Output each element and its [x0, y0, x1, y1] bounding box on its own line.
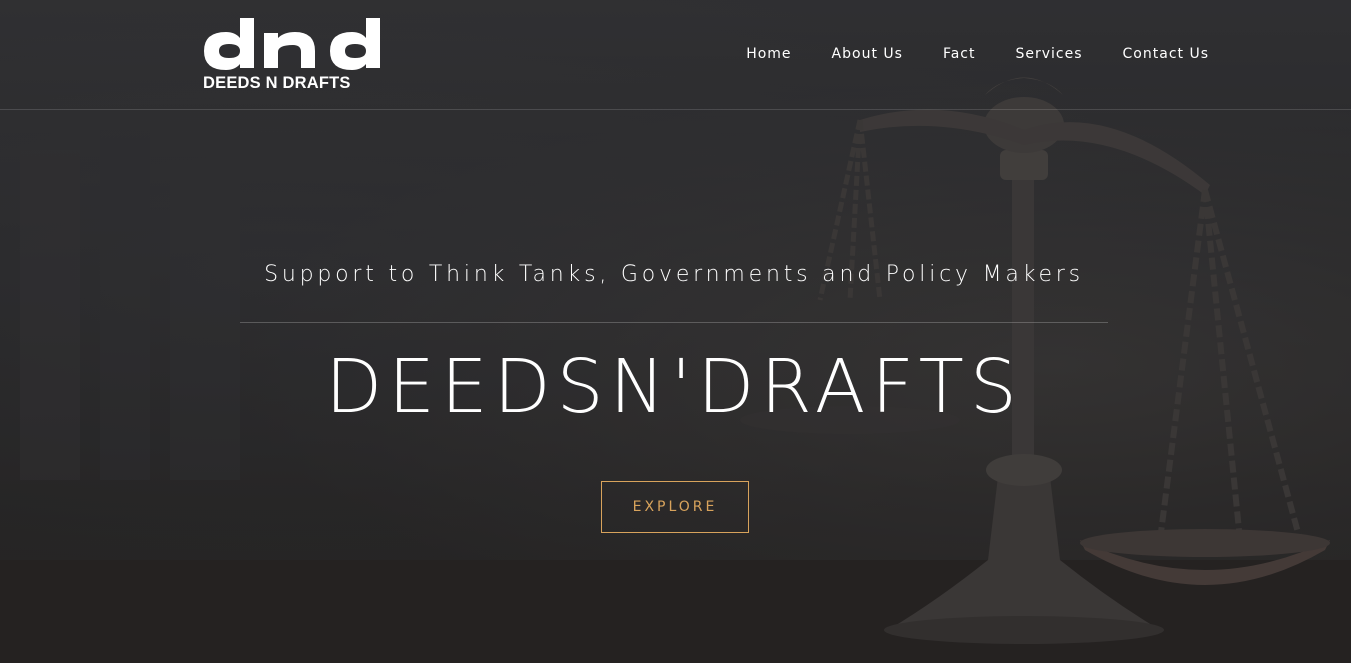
- nav-item-services[interactable]: Services: [1015, 44, 1082, 64]
- hero-headline: DEEDSN'DRAFTS: [325, 344, 1023, 430]
- nav-item-fact[interactable]: Fact: [943, 44, 976, 64]
- hero-divider: [240, 322, 1108, 323]
- explore-button[interactable]: EXPLORE: [601, 481, 749, 533]
- site-logo[interactable]: DEEDS N DRAFTS: [202, 18, 384, 94]
- nav-item-contact-us[interactable]: Contact Us: [1123, 44, 1209, 64]
- site-header: DEEDS N DRAFTS Home About Us Fact Servic…: [0, 0, 1351, 110]
- hero-tagline: Support to Think Tanks, Governments and …: [264, 262, 1084, 287]
- main-nav: Home About Us Fact Services Contact Us: [706, 44, 1209, 64]
- hero-section: DEEDS N DRAFTS Home About Us Fact Servic…: [0, 0, 1351, 663]
- logo-text: DEEDS N DRAFTS: [203, 74, 351, 92]
- dnd-logo-mark: [204, 18, 380, 70]
- nav-item-about-us[interactable]: About Us: [832, 44, 903, 64]
- nav-item-home[interactable]: Home: [746, 44, 791, 64]
